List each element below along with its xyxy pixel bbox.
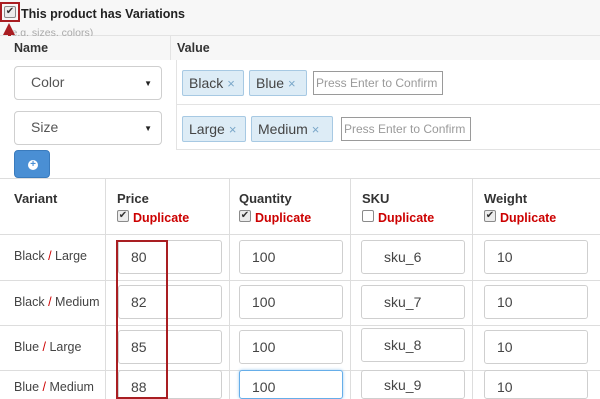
header-quantity: Quantity ✔ Duplicate xyxy=(239,179,349,235)
variant-size: Large xyxy=(49,340,82,354)
variant-name: Black / Large xyxy=(14,249,87,263)
variant-color: Blue xyxy=(14,340,40,354)
option-tag: Black × xyxy=(182,70,244,96)
plus-circle-icon: + xyxy=(28,160,38,170)
variant-separator: / xyxy=(48,249,52,263)
weight-input[interactable]: 10 xyxy=(484,330,588,364)
caret-down-icon: ▼ xyxy=(144,124,152,133)
option-tag-label: Black xyxy=(189,75,224,91)
row-divider xyxy=(0,234,600,235)
weight-input[interactable]: 10 xyxy=(484,370,588,399)
price-column-highlight xyxy=(116,240,168,399)
option-tag-label: Blue xyxy=(256,75,285,91)
header-weight-label: Weight xyxy=(484,191,528,206)
column-divider xyxy=(105,178,106,399)
variant-color: Black xyxy=(14,249,45,263)
row-divider xyxy=(0,325,600,326)
variant-name: Blue / Large xyxy=(14,340,81,354)
option-tag: Blue × xyxy=(249,70,307,96)
option-tag-label: Large xyxy=(189,121,225,137)
sku-input[interactable]: sku_7 xyxy=(361,285,465,319)
option-tag: Large × xyxy=(182,116,246,142)
options-value-header: Value xyxy=(170,36,600,60)
remove-tag-icon[interactable]: × xyxy=(288,76,296,91)
weight-input[interactable]: 10 xyxy=(484,285,588,319)
variant-separator: / xyxy=(48,295,52,309)
header-sku-label: SKU xyxy=(362,191,390,206)
caret-down-icon: ▼ xyxy=(144,79,152,88)
duplicate-sku-checkbox[interactable] xyxy=(362,210,374,222)
duplicate-sku-label: Duplicate xyxy=(378,211,435,225)
sku-input[interactable]: sku_6 xyxy=(361,240,465,274)
duplicate-price-checkbox[interactable]: ✔ xyxy=(117,210,129,222)
header-price-label: Price xyxy=(117,191,149,206)
remove-tag-icon[interactable]: × xyxy=(227,76,235,91)
option-name-select-color[interactable]: Color ▼ xyxy=(14,66,162,100)
quantity-input[interactable]: 100 xyxy=(239,330,343,364)
duplicate-price-label: Duplicate xyxy=(133,211,190,225)
remove-tag-icon[interactable]: × xyxy=(229,122,237,137)
variant-separator: / xyxy=(42,340,46,354)
option-name-value: Size xyxy=(31,119,59,135)
variant-name: Blue / Medium xyxy=(14,380,94,394)
header-variant: Variant xyxy=(14,179,104,235)
duplicate-quantity-label: Duplicate xyxy=(255,211,312,225)
quantity-input[interactable]: 100 xyxy=(239,285,343,319)
column-divider xyxy=(229,178,230,399)
header-weight: Weight ✔ Duplicate xyxy=(484,179,594,235)
duplicate-quantity-checkbox[interactable]: ✔ xyxy=(239,210,251,222)
variant-size: Medium xyxy=(55,295,100,309)
option-tag-label: Medium xyxy=(258,121,308,137)
variant-color: Blue xyxy=(14,380,40,394)
variations-label: This product has Variations xyxy=(21,7,185,21)
remove-tag-icon[interactable]: × xyxy=(312,122,320,137)
column-divider xyxy=(472,178,473,399)
header-quantity-label: Quantity xyxy=(239,191,292,206)
sku-input[interactable]: sku_9 xyxy=(361,370,465,399)
weight-input[interactable]: 10 xyxy=(484,240,588,274)
option-name-select-size[interactable]: Size ▼ xyxy=(14,111,162,145)
add-option-button[interactable]: + xyxy=(14,150,50,178)
quantity-input[interactable]: 100 xyxy=(239,370,343,399)
sku-input[interactable]: sku_8 xyxy=(361,328,465,362)
duplicate-weight-checkbox[interactable]: ✔ xyxy=(484,210,496,222)
option-tag: Medium × xyxy=(251,116,333,142)
option-name-value: Color xyxy=(31,74,65,90)
checkbox-highlight xyxy=(0,2,20,22)
duplicate-weight-label: Duplicate xyxy=(500,211,557,225)
row-divider xyxy=(0,280,600,281)
option-values-input[interactable]: Press Enter to Confirm xyxy=(341,117,471,141)
header-sku: SKU Duplicate xyxy=(362,179,472,235)
column-divider xyxy=(350,178,351,399)
quantity-input[interactable]: 100 xyxy=(239,240,343,274)
variant-size: Large xyxy=(55,249,88,263)
variant-separator: / xyxy=(42,380,46,394)
header-variant-label: Variant xyxy=(14,191,58,206)
variant-name: Black / Medium xyxy=(14,295,100,309)
options-name-header: Name xyxy=(0,36,170,60)
option-values-input[interactable]: Press Enter to Confirm xyxy=(313,71,443,95)
variant-color: Black xyxy=(14,295,45,309)
header-price: Price ✔ Duplicate xyxy=(117,179,217,235)
variant-size: Medium xyxy=(49,380,94,394)
pointer-arrow-icon xyxy=(3,23,15,35)
